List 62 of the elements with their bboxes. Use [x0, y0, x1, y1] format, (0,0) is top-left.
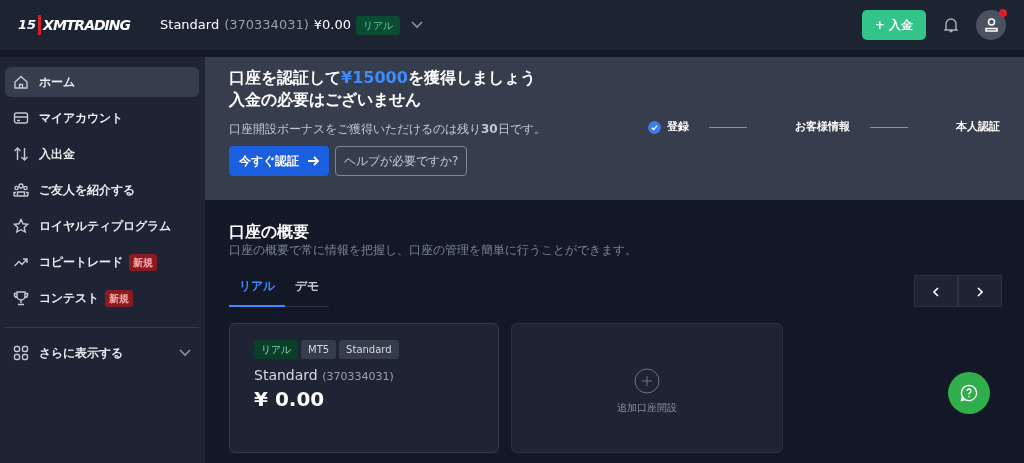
section-subtitle: 口座の概要で常に情報を把握し、口座の管理を簡単に行うことができます。: [229, 242, 638, 260]
new-badge: 新規: [105, 289, 133, 307]
account-type: Standard: [160, 16, 220, 35]
help-button[interactable]: ヘルプが必要ですか?: [335, 145, 468, 176]
account-badge: リアル: [356, 15, 400, 35]
account-number: (370334031): [224, 16, 309, 35]
sidebar-label: コピートレード: [39, 254, 123, 271]
logo-text[interactable]: XMTRADING: [43, 14, 131, 36]
bonus-note: 口座開設ボーナスをご獲得いただけるのは残り30日です。: [229, 120, 546, 138]
account-tag: リアル: [254, 340, 298, 360]
account-tag: MT5: [301, 340, 337, 360]
sidebar-item[interactable]: マイアカウント: [5, 103, 199, 133]
add-account-label: 追加口座開設: [617, 401, 677, 416]
plus-icon: [634, 368, 660, 395]
show-more-item[interactable]: さらに表示する: [5, 338, 199, 368]
avatar[interactable]: [976, 10, 1006, 40]
person-icon: [984, 18, 998, 32]
sidebar-label: コンテスト: [39, 290, 99, 307]
sidebar-item[interactable]: ご友人を紹介する: [5, 175, 199, 205]
account-tab[interactable]: デモ: [285, 277, 329, 308]
sidebar-item[interactable]: ロイヤルティプログラム: [5, 211, 199, 241]
banner-title: 入金の必要はございません: [229, 89, 422, 112]
new-badge: 新規: [129, 253, 157, 271]
add-account-card[interactable]: 追加口座開設: [511, 323, 783, 454]
sidebar-item[interactable]: ホーム: [5, 67, 199, 97]
card-icon: [13, 110, 29, 126]
verify-now-button[interactable]: 今すぐ認証: [229, 145, 329, 176]
sidebar-label: マイアカウント: [39, 110, 123, 127]
home-icon: [13, 74, 29, 90]
sidebar-label: ご友人を紹介する: [39, 182, 135, 199]
account-tab[interactable]: リアル: [229, 277, 285, 308]
account-number: (370334031): [322, 370, 394, 384]
account-balance: ¥ 0.00: [254, 386, 326, 413]
arrows-icon: [13, 146, 29, 162]
sidebar-label: さらに表示する: [39, 345, 123, 362]
help-icon: [960, 384, 978, 402]
bell-icon[interactable]: [944, 17, 958, 33]
account-balance: ¥0.00: [313, 16, 351, 35]
account-tag: Standard: [339, 340, 399, 360]
logo-number: 15: [18, 15, 42, 35]
step-label: お客様情報: [795, 118, 850, 135]
sidebar-item[interactable]: コピートレード 新規: [5, 247, 199, 277]
section-title: 口座の概要: [229, 222, 310, 242]
sidebar-label: 入出金: [39, 146, 75, 163]
help-chat-button[interactable]: [948, 372, 990, 414]
sidebar-label: ホーム: [39, 74, 75, 91]
sidebar-item[interactable]: 入出金: [5, 139, 199, 169]
people-icon: [13, 182, 29, 198]
sidebar-item[interactable]: コンテスト 新規: [5, 283, 199, 313]
trophy-icon: [13, 290, 29, 306]
arrow-right-icon: [307, 155, 319, 166]
account-name: Standard: [254, 367, 318, 384]
chevron-right-icon: [977, 286, 983, 297]
chevron-left-icon: [933, 286, 939, 297]
chevron-down-icon[interactable]: [411, 21, 423, 29]
account-card[interactable]: リアル MT5 Standard Standard (370334031) ¥ 0.00: [229, 323, 499, 454]
step-label: 本人認証: [956, 118, 1000, 135]
grid-icon: [13, 345, 29, 361]
step-label: 登録: [667, 118, 689, 135]
star-icon: [13, 218, 29, 234]
banner-title: 口座を認証して¥15000を獲得しましょう: [229, 67, 537, 89]
sidebar-label: ロイヤルティプログラム: [39, 218, 171, 235]
